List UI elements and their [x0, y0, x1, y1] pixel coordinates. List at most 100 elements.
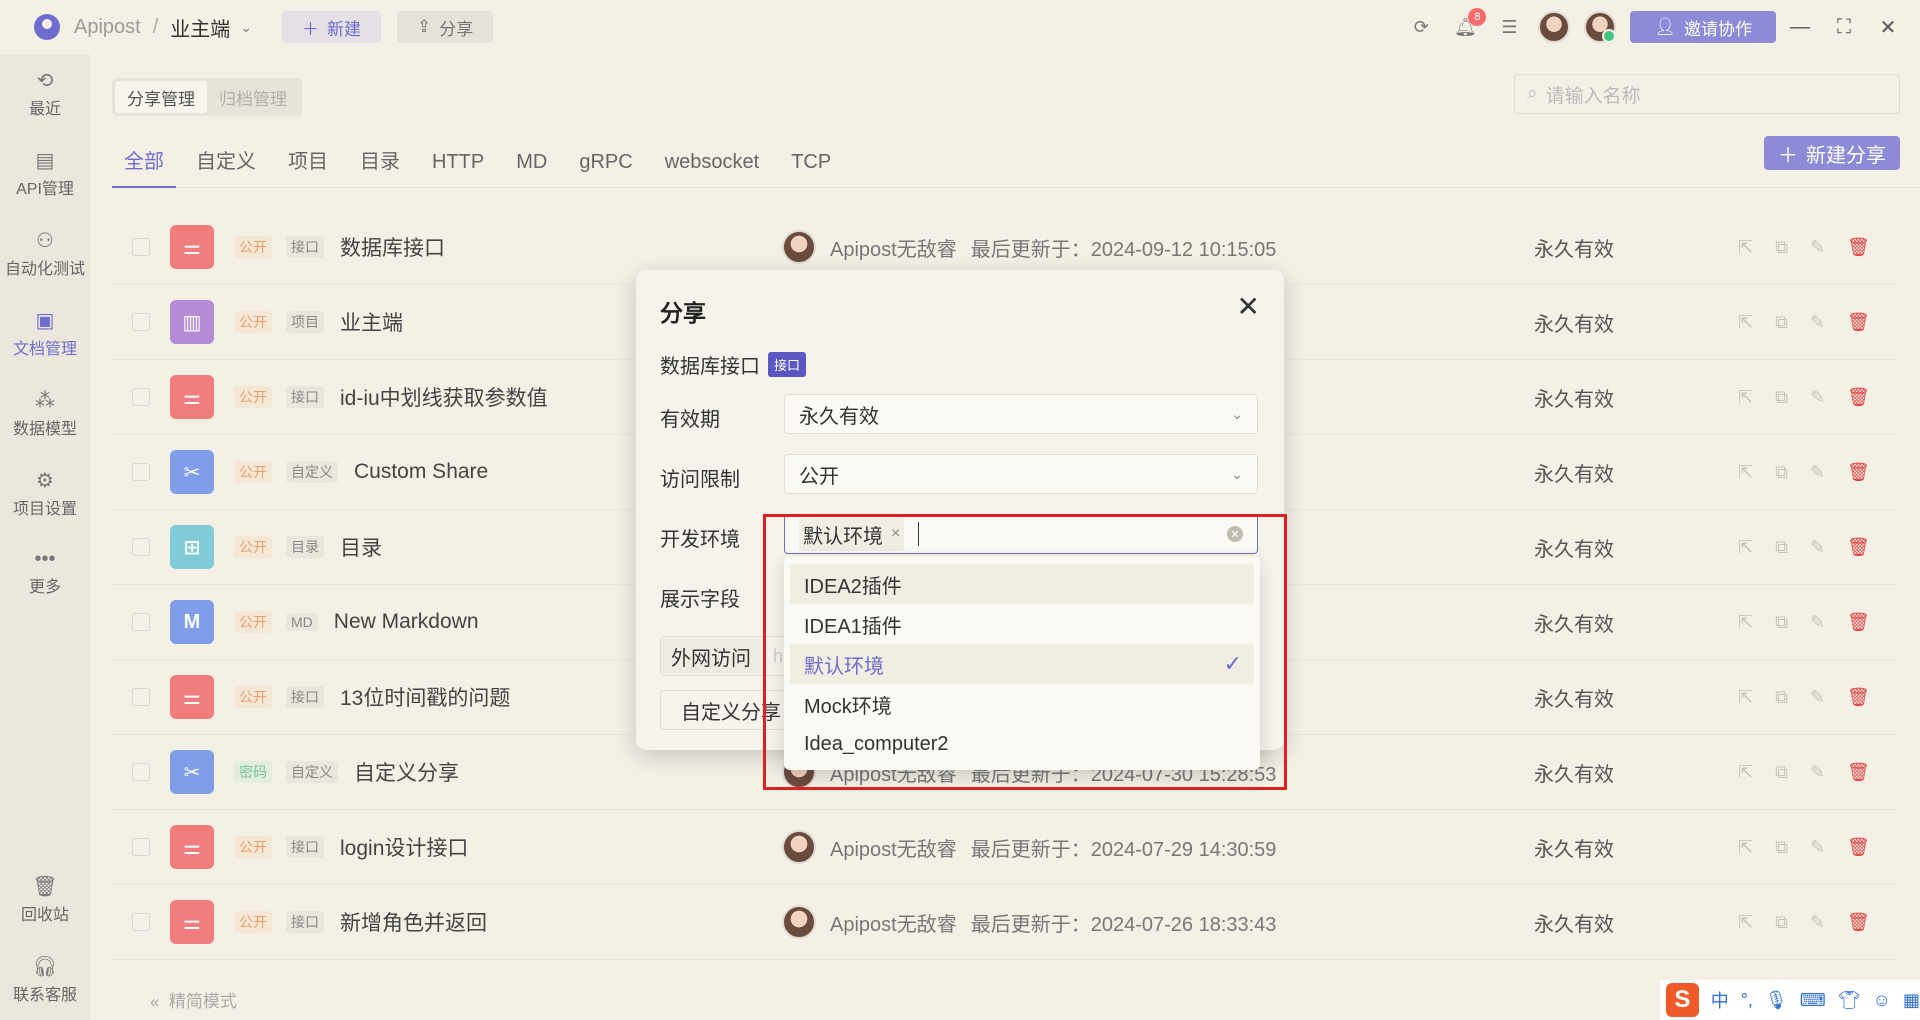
emoji-icon[interactable]: ☺	[1873, 990, 1891, 1011]
export-icon[interactable]: ⇱	[1738, 612, 1753, 633]
export-icon[interactable]: ⇱	[1738, 537, 1753, 558]
delete-icon[interactable]: 🗑︎	[1847, 837, 1870, 858]
chevron-down-icon[interactable]: ⌄	[240, 19, 252, 36]
delete-icon[interactable]: 🗑︎	[1847, 912, 1870, 933]
share-name[interactable]: 13位时间戳的问题	[340, 682, 510, 712]
edit-icon[interactable]: ✎	[1810, 837, 1825, 858]
chinese-mode-icon[interactable]: 中	[1711, 987, 1729, 1013]
nav-item-more[interactable]: ••• 更多	[0, 548, 90, 597]
row-checkbox[interactable]	[132, 688, 150, 706]
row-checkbox[interactable]	[132, 763, 150, 781]
nav-item-autotest[interactable]: ⚇ 自动化测试	[0, 228, 90, 279]
share-name[interactable]: id-iu中划线获取参数值	[340, 382, 548, 412]
table-row[interactable]: ⚌ 公开 接口 login设计接口 Apipost无敌睿 最后更新于：2024-07-29…	[112, 810, 1900, 885]
new-button[interactable]: ＋ 新建	[282, 11, 382, 43]
nav-item-support[interactable]: 🎧︎ 联系客服	[0, 954, 90, 1005]
punctuation-icon[interactable]: °,	[1741, 990, 1753, 1011]
minimize-icon[interactable]: —	[1780, 16, 1820, 39]
delete-icon[interactable]: 🗑︎	[1847, 537, 1870, 558]
copy-icon[interactable]: ⧉	[1775, 537, 1788, 558]
tab-http[interactable]: HTTP	[420, 148, 496, 188]
search-input[interactable]: ⌕ 请输入名称	[1514, 74, 1900, 114]
copy-icon[interactable]: ⧉	[1775, 387, 1788, 408]
edit-icon[interactable]: ✎	[1810, 312, 1825, 333]
avatar[interactable]	[1538, 11, 1571, 43]
segment-share-manage[interactable]: 分享管理	[115, 81, 207, 113]
share-name[interactable]: New Markdown	[334, 610, 479, 634]
nav-item-api[interactable]: ▤ API管理	[0, 148, 90, 199]
edit-icon[interactable]: ✎	[1810, 687, 1825, 708]
bell-icon[interactable]: 🔔︎ 8	[1450, 8, 1487, 42]
row-checkbox[interactable]	[132, 913, 150, 931]
copy-icon[interactable]: ⧉	[1775, 912, 1788, 933]
row-checkbox[interactable]	[132, 838, 150, 856]
row-checkbox[interactable]	[132, 463, 150, 481]
new-share-button[interactable]: ＋ 新建分享	[1764, 136, 1900, 170]
tab-project[interactable]: 项目	[276, 148, 340, 188]
export-icon[interactable]: ⇱	[1738, 912, 1753, 933]
grid-icon[interactable]: ▦	[1903, 990, 1920, 1011]
row-checkbox[interactable]	[132, 613, 150, 631]
edit-icon[interactable]: ✎	[1810, 387, 1825, 408]
share-name[interactable]: 新增角色并返回	[340, 907, 487, 937]
share-name[interactable]: Custom Share	[354, 460, 488, 484]
tab-websocket[interactable]: websocket	[653, 148, 772, 188]
tab-grpc[interactable]: gRPC	[567, 148, 644, 188]
nav-item-recent[interactable]: ⟲ 最近	[0, 68, 90, 119]
tab-custom[interactable]: 自定义	[184, 148, 268, 188]
copy-icon[interactable]: ⧉	[1775, 312, 1788, 333]
export-icon[interactable]: ⇱	[1738, 312, 1753, 333]
edit-icon[interactable]: ✎	[1810, 237, 1825, 258]
share-name[interactable]: 自定义分享	[354, 757, 459, 787]
delete-icon[interactable]: 🗑︎	[1847, 762, 1870, 783]
export-icon[interactable]: ⇱	[1738, 387, 1753, 408]
avatar-online[interactable]	[1584, 11, 1617, 43]
close-icon[interactable]: ✕	[1237, 290, 1260, 323]
close-window-icon[interactable]: ✕	[1868, 15, 1908, 40]
skin-icon[interactable]: 👕︎	[1838, 990, 1861, 1011]
nav-item-trash[interactable]: 🗑︎ 回收站	[0, 874, 90, 925]
copy-icon[interactable]: ⧉	[1775, 462, 1788, 483]
nav-item-docs[interactable]: ▣ 文档管理	[0, 308, 90, 359]
delete-icon[interactable]: 🗑︎	[1847, 237, 1870, 258]
share-name[interactable]: 业主端	[340, 307, 403, 337]
delete-icon[interactable]: 🗑︎	[1847, 687, 1870, 708]
copy-icon[interactable]: ⧉	[1775, 237, 1788, 258]
keyboard-icon[interactable]: ⌨	[1800, 990, 1826, 1011]
edit-icon[interactable]: ✎	[1810, 762, 1825, 783]
invite-collaborate-button[interactable]: 👤︎ 邀请协作	[1630, 11, 1776, 43]
nav-item-model[interactable]: ⁂ 数据模型	[0, 388, 90, 439]
copy-icon[interactable]: ⧉	[1775, 837, 1788, 858]
maximize-icon[interactable]: ⛶	[1824, 16, 1864, 39]
nav-item-settings[interactable]: ⚙ 项目设置	[0, 468, 90, 519]
delete-icon[interactable]: 🗑︎	[1847, 312, 1870, 333]
tab-all[interactable]: 全部	[112, 148, 176, 188]
sync-icon[interactable]: ⟳	[1406, 12, 1436, 42]
tab-md[interactable]: MD	[504, 148, 559, 188]
copy-icon[interactable]: ⧉	[1775, 612, 1788, 633]
tab-tcp[interactable]: TCP	[779, 148, 843, 188]
copy-icon[interactable]: ⧉	[1775, 762, 1788, 783]
delete-icon[interactable]: 🗑︎	[1847, 462, 1870, 483]
edit-icon[interactable]: ✎	[1810, 537, 1825, 558]
compact-mode-toggle[interactable]: « 精简模式	[150, 987, 237, 1012]
access-select[interactable]: 公开 ⌄	[784, 454, 1258, 494]
segment-archive-manage[interactable]: 归档管理	[207, 81, 299, 113]
row-checkbox[interactable]	[132, 313, 150, 331]
project-name[interactable]: 业主端	[170, 13, 230, 42]
row-checkbox[interactable]	[132, 238, 150, 256]
copy-icon[interactable]: ⧉	[1775, 687, 1788, 708]
validity-select[interactable]: 永久有效 ⌄	[784, 394, 1258, 434]
edit-icon[interactable]: ✎	[1810, 612, 1825, 633]
table-row[interactable]: ⚌ 公开 接口 新增角色并返回 Apipost无敌睿 最后更新于：2024-07-26 1…	[112, 885, 1900, 960]
export-icon[interactable]: ⇱	[1738, 462, 1753, 483]
share-name[interactable]: login设计接口	[340, 832, 468, 862]
export-icon[interactable]: ⇱	[1738, 687, 1753, 708]
notes-icon[interactable]: ☰	[1494, 12, 1524, 42]
share-button[interactable]: ⇪ 分享	[397, 11, 494, 43]
microphone-icon[interactable]: 🎙︎	[1765, 990, 1788, 1011]
row-checkbox[interactable]	[132, 538, 150, 556]
row-checkbox[interactable]	[132, 388, 150, 406]
tab-directory[interactable]: 目录	[348, 148, 412, 188]
export-icon[interactable]: ⇱	[1738, 762, 1753, 783]
